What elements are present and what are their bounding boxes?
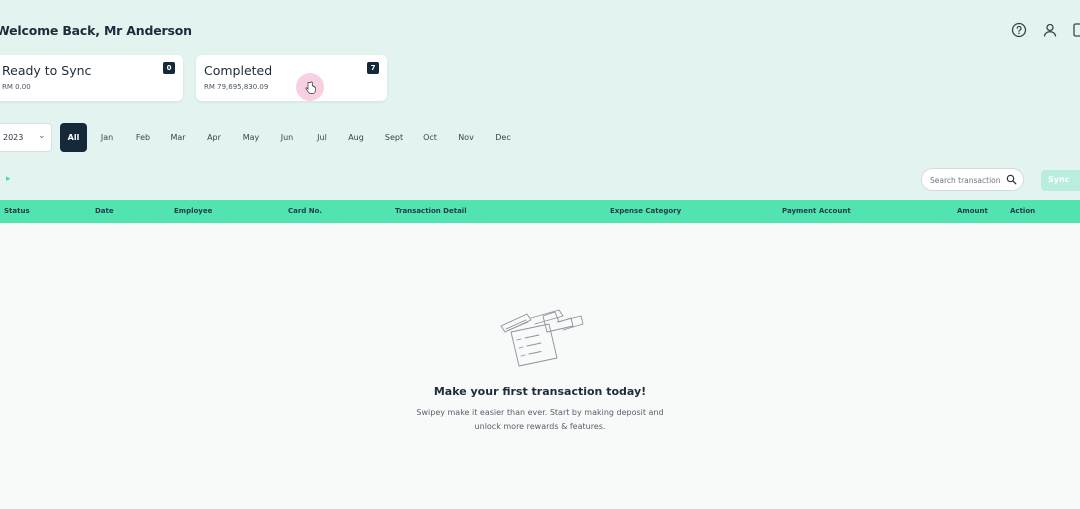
- logout-icon[interactable]: [1072, 22, 1080, 38]
- month-tab-feb[interactable]: Feb: [128, 133, 158, 142]
- empty-state-line-2: unlock more rewards & features.: [474, 422, 606, 431]
- month-tab-mar[interactable]: Mar: [163, 133, 193, 142]
- cursor-highlight: [296, 73, 324, 101]
- month-tab-apr[interactable]: Apr: [199, 133, 229, 142]
- table-header: Status Date Employee Card No. Transactio…: [0, 200, 1080, 223]
- column-expense-category: Expense Category: [610, 207, 682, 215]
- welcome-title: Welcome Back, Mr Anderson: [0, 23, 192, 38]
- column-status: Status: [4, 207, 30, 215]
- month-tab-jan[interactable]: Jan: [92, 133, 122, 142]
- column-date: Date: [95, 207, 114, 215]
- card-title: Ready to Sync: [2, 63, 92, 78]
- empty-state-description: Swipey make it easier than ever. Start b…: [390, 406, 690, 434]
- month-tab-may[interactable]: May: [236, 133, 266, 142]
- column-card-no: Card No.: [288, 207, 323, 215]
- ready-to-sync-card[interactable]: Ready to Sync RM 0.00 0: [0, 55, 183, 101]
- card-amount: RM 79,695,830.09: [204, 83, 269, 91]
- search-input[interactable]: [930, 174, 1006, 186]
- empty-state-title: Make your first transaction today!: [433, 385, 647, 398]
- top-section: Welcome Back, Mr Anderson Ready to Sync …: [0, 0, 1080, 200]
- month-tab-sept[interactable]: Sept: [379, 133, 409, 142]
- month-tab-nov[interactable]: Nov: [451, 133, 481, 142]
- count-badge: 0: [163, 62, 175, 74]
- empty-state-line-1: Swipey make it easier than ever. Start b…: [416, 408, 664, 417]
- completed-card[interactable]: Completed RM 79,695,830.09 7: [196, 55, 387, 101]
- sync-button-label: Sync: [1048, 175, 1070, 184]
- hand-cursor-icon: [305, 81, 316, 94]
- month-tab-all[interactable]: All: [60, 123, 87, 152]
- column-transaction-detail: Transaction Detail: [395, 207, 467, 215]
- transactions-page: Welcome Back, Mr Anderson Ready to Sync …: [0, 0, 1080, 509]
- column-employee: Employee: [174, 207, 213, 215]
- card-title: Completed: [204, 63, 273, 78]
- month-tab-oct[interactable]: Oct: [415, 133, 445, 142]
- search-box[interactable]: [921, 168, 1024, 191]
- month-tab-jul[interactable]: Jul: [307, 133, 337, 142]
- month-tab-jun[interactable]: Jun: [272, 133, 302, 142]
- card-amount: RM 0.00: [2, 83, 31, 91]
- search-icon[interactable]: [1006, 174, 1017, 185]
- user-icon[interactable]: [1042, 22, 1058, 38]
- month-tab-dec[interactable]: Dec: [488, 133, 518, 142]
- help-icon[interactable]: [1011, 22, 1027, 38]
- year-value: 2023: [3, 133, 24, 142]
- column-amount: Amount: [957, 207, 988, 215]
- chevron-right-icon[interactable]: ▸: [6, 174, 11, 184]
- count-badge: 7: [367, 62, 379, 74]
- sync-button[interactable]: Sync: [1041, 170, 1080, 191]
- chevron-down-icon: ⌄: [38, 131, 46, 141]
- column-payment-account: Payment Account: [782, 207, 851, 215]
- year-select[interactable]: 2023 ⌄: [0, 123, 52, 152]
- month-tab-aug[interactable]: Aug: [341, 133, 371, 142]
- column-action: Action: [1010, 207, 1036, 215]
- empty-transactions-illustration: [500, 309, 584, 367]
